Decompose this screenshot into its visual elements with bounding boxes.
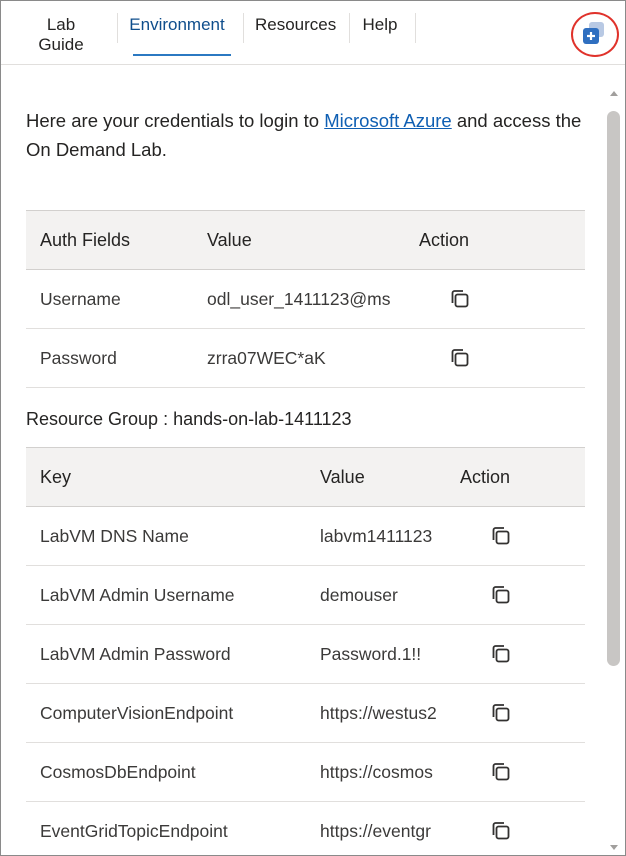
column-header: Value xyxy=(306,447,446,507)
action-cell xyxy=(405,328,585,388)
table-header-row: Auth Fields Value Action xyxy=(26,210,585,270)
credentials-intro: Here are your credentials to login to Mi… xyxy=(26,106,586,164)
scrollbar-thumb[interactable] xyxy=(607,111,620,666)
resource-value: labvm1411123 xyxy=(320,525,433,546)
resource-value: https://cosmos xyxy=(320,761,433,782)
key-cell: LabVM Admin Username xyxy=(26,565,306,625)
copy-icon[interactable] xyxy=(490,761,512,783)
copy-icon[interactable] xyxy=(490,820,512,842)
resource-value: demouser xyxy=(320,584,398,605)
key-cell: LabVM DNS Name xyxy=(26,506,306,566)
table-row: CosmosDbEndpoint https://cosmos xyxy=(26,742,585,802)
action-cell xyxy=(446,565,585,625)
tab-environment[interactable]: Environment xyxy=(129,15,225,45)
table-row: Password zrra07WEC*aK xyxy=(26,328,585,388)
tab-divider xyxy=(415,13,416,43)
scroll-down-arrow[interactable] xyxy=(602,841,625,855)
action-cell xyxy=(446,801,585,855)
auth-field-cell: Password xyxy=(26,328,193,388)
copy-icon[interactable] xyxy=(490,525,512,547)
action-cell xyxy=(446,742,585,802)
key-cell: LabVM Admin Password xyxy=(26,624,306,684)
table-row: LabVM DNS Name labvm1411123 xyxy=(26,506,585,566)
value-cell: Password.1!! xyxy=(306,624,446,684)
tab-resources[interactable]: Resources xyxy=(255,15,336,45)
tab-divider xyxy=(117,13,118,43)
table-row: Username odl_user_1411123@ms xyxy=(26,269,585,329)
username-value: odl_user_1411123@ms xyxy=(207,288,391,309)
table-row: LabVM Admin Username demouser xyxy=(26,565,585,625)
scroll-up-arrow[interactable] xyxy=(602,85,625,101)
auth-field-cell: Username xyxy=(26,269,193,329)
resource-value: https://eventgr xyxy=(320,820,431,841)
tab-lab-guide[interactable]: Lab Guide xyxy=(22,15,100,54)
value-cell: demouser xyxy=(306,565,446,625)
tab-divider xyxy=(243,13,244,43)
tab-help[interactable]: Help xyxy=(361,15,399,45)
action-cell xyxy=(446,683,585,743)
environment-panel: Lab Guide Environment Resources Help Her… xyxy=(0,0,626,856)
auth-value-cell: zrra07WEC*aK xyxy=(193,328,405,388)
action-cell xyxy=(405,269,585,329)
action-cell xyxy=(446,624,585,684)
column-header: Action xyxy=(446,447,585,507)
table-header-row: Key Value Action xyxy=(26,447,585,507)
value-cell: https://westus2 xyxy=(306,683,446,743)
column-header: Value xyxy=(193,210,405,270)
resource-keys-table: Key Value Action LabVM DNS Name labvm1411… xyxy=(26,447,585,855)
action-cell xyxy=(446,506,585,566)
resource-value: Password.1!! xyxy=(320,643,422,664)
column-header: Key xyxy=(26,447,306,507)
highlight-annotation-circle xyxy=(571,12,619,57)
tab-divider xyxy=(349,13,350,43)
copy-icon[interactable] xyxy=(449,288,471,310)
resource-value: https://westus2 xyxy=(320,702,437,723)
copy-icon[interactable] xyxy=(449,347,471,369)
intro-text: Here are your credentials to login to xyxy=(26,110,325,131)
key-cell: ComputerVisionEndpoint xyxy=(26,683,306,743)
table-row: LabVM Admin Password Password.1!! xyxy=(26,624,585,684)
auth-fields-table: Auth Fields Value Action Username odl_us… xyxy=(26,210,585,388)
key-cell: CosmosDbEndpoint xyxy=(26,742,306,802)
resource-group-title: Resource Group : hands-on-lab-1411123 xyxy=(26,409,352,429)
column-header: Action xyxy=(405,210,585,270)
password-value: zrra07WEC*aK xyxy=(207,347,326,368)
table-row: EventGridTopicEndpoint https://eventgr xyxy=(26,801,585,855)
chevron-up-icon xyxy=(610,91,618,96)
environment-content: Here are your credentials to login to Mi… xyxy=(1,66,601,855)
chevron-down-icon xyxy=(610,845,618,850)
auth-value-cell: odl_user_1411123@ms xyxy=(193,269,405,329)
copy-icon[interactable] xyxy=(490,643,512,665)
table-row: ComputerVisionEndpoint https://westus2 xyxy=(26,683,585,743)
key-cell: EventGridTopicEndpoint xyxy=(26,801,306,855)
value-cell: labvm1411123 xyxy=(306,506,446,566)
azure-link[interactable]: Microsoft Azure xyxy=(324,110,452,131)
value-cell: https://eventgr xyxy=(306,801,446,855)
copy-icon[interactable] xyxy=(490,702,512,724)
tab-bar: Lab Guide Environment Resources Help xyxy=(1,1,625,65)
column-header: Auth Fields xyxy=(26,210,193,270)
value-cell: https://cosmos xyxy=(306,742,446,802)
copy-icon[interactable] xyxy=(490,584,512,606)
active-tab-indicator xyxy=(133,54,231,56)
